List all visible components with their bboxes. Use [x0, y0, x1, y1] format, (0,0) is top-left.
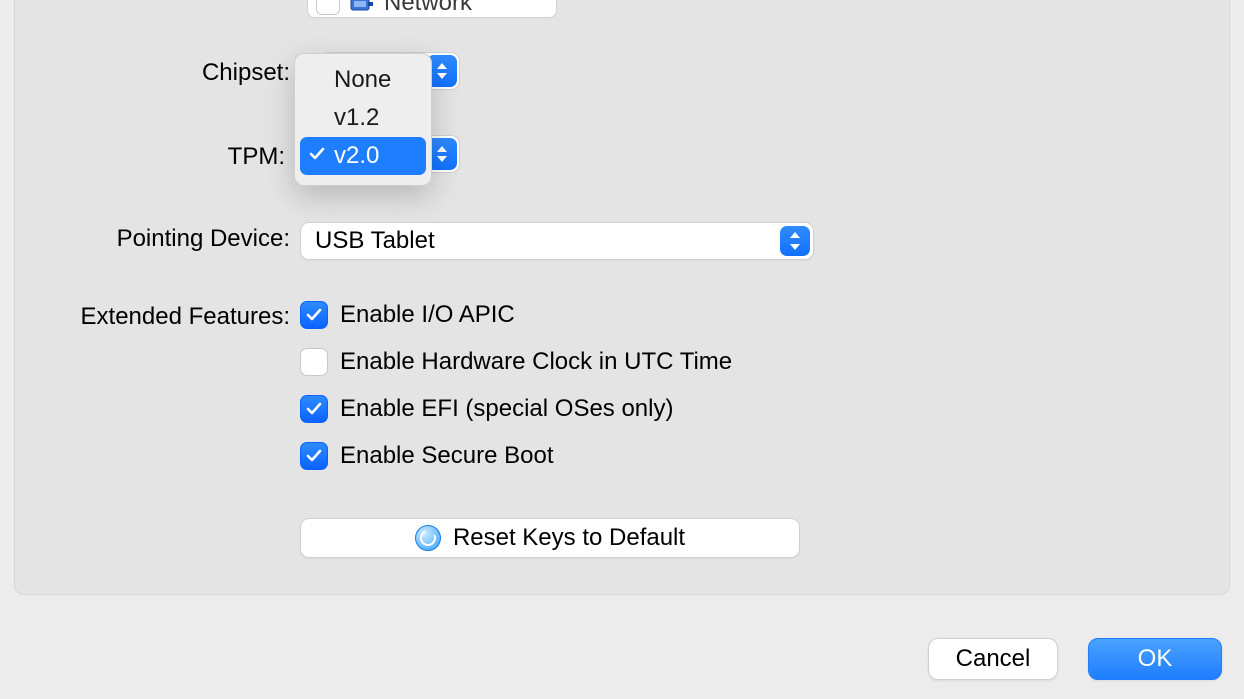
chipset-label: Chipset: [0, 56, 300, 88]
secure-boot-label: Enable Secure Boot [340, 442, 553, 470]
reset-keys-button[interactable]: Reset Keys to Default [300, 518, 800, 558]
efi-label: Enable EFI (special OSes only) [340, 395, 673, 423]
pointing-device-value: USB Tablet [315, 227, 435, 255]
pointing-device-label: Pointing Device: [0, 222, 300, 254]
refresh-icon [415, 525, 441, 551]
hw-clock-label: Enable Hardware Clock in UTC Time [340, 348, 732, 376]
tpm-dropdown-menu: None v1.2 v2.0 [294, 53, 432, 186]
network-label: Network [384, 0, 472, 15]
efi-checkbox[interactable] [300, 395, 328, 423]
tpm-option-none[interactable]: None [300, 61, 426, 99]
tpm-option-v12[interactable]: v1.2 [300, 99, 426, 137]
checkmark-icon [308, 142, 326, 170]
extended-features-label: Extended Features: [0, 300, 300, 332]
tpm-label: TPM: [0, 140, 295, 172]
io-apic-checkbox[interactable] [300, 301, 328, 329]
cancel-button[interactable]: Cancel [928, 638, 1058, 680]
ok-button[interactable]: OK [1088, 638, 1222, 680]
network-icon [350, 0, 374, 13]
reset-keys-label: Reset Keys to Default [453, 524, 685, 552]
io-apic-label: Enable I/O APIC [340, 301, 515, 329]
network-checkbox[interactable] [316, 0, 340, 15]
updown-stepper-icon [780, 226, 810, 256]
tpm-option-v20[interactable]: v2.0 [300, 137, 426, 175]
boot-order-network-row[interactable]: Network [307, 0, 557, 18]
pointing-device-select[interactable]: USB Tablet [300, 222, 814, 260]
hw-clock-checkbox[interactable] [300, 348, 328, 376]
secure-boot-checkbox[interactable] [300, 442, 328, 470]
